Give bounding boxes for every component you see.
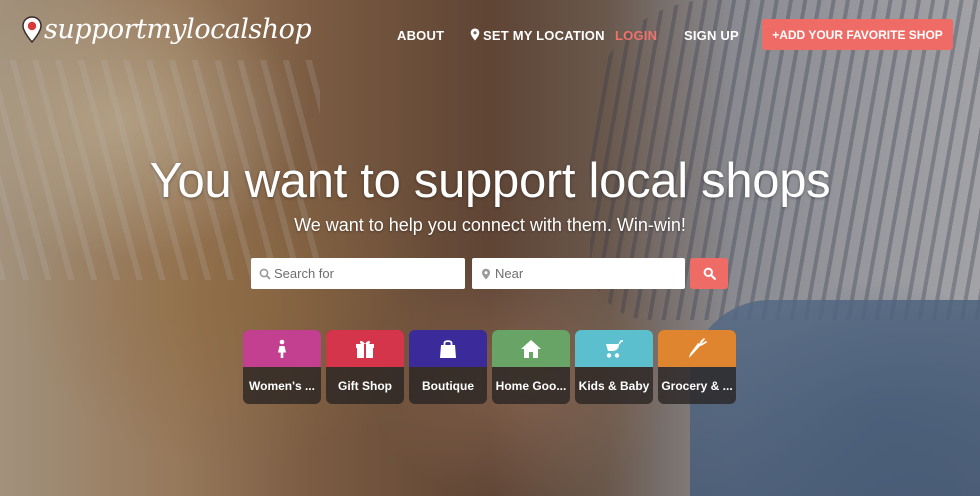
category-womens-icon-area (243, 330, 321, 367)
location-pin-icon (470, 28, 480, 41)
search-for-field[interactable] (251, 258, 465, 289)
category-gift-shop[interactable]: Gift Shop (326, 330, 404, 404)
category-home-goods-label: Home Goo... (495, 378, 567, 393)
search-near-field[interactable] (472, 258, 685, 289)
category-grocery-label: Grocery & ... (661, 378, 733, 393)
category-kids-baby[interactable]: Kids & Baby (575, 330, 653, 404)
hero-subtitle: We want to help you connect with them. W… (294, 215, 686, 235)
carrot-icon (689, 337, 707, 358)
hero-background-photo (0, 0, 980, 496)
category-womens-label: Women's ... (249, 378, 315, 393)
gift-icon (356, 340, 374, 358)
nav-set-location-link[interactable]: SET MY LOCATION (470, 28, 605, 43)
brand-logo[interactable]: supportmylocalshop (22, 14, 312, 45)
nav-about-link[interactable]: ABOUT (397, 28, 444, 43)
add-favorite-shop-button[interactable]: +ADD YOUR FAVORITE SHOP (762, 19, 953, 50)
search-for-input[interactable] (274, 266, 454, 281)
location-pin-icon (482, 268, 490, 279)
nav-signup-link[interactable]: SIGN UP (684, 28, 739, 43)
category-kids-baby-icon-area (575, 330, 653, 367)
search-icon (703, 267, 716, 280)
shopping-bag-icon (440, 339, 456, 358)
logo-text: supportmylocalshop (44, 14, 312, 45)
woman-icon (278, 339, 286, 358)
category-kids-baby-label: Kids & Baby (578, 378, 650, 393)
category-boutique[interactable]: Boutique (409, 330, 487, 404)
category-womens[interactable]: Women's ... (243, 330, 321, 404)
top-navbar: supportmylocalshop ABOUT SET MY LOCATION… (0, 0, 980, 70)
category-boutique-icon-area (409, 330, 487, 367)
search-near-input[interactable] (495, 266, 675, 281)
category-home-goods[interactable]: Home Goo... (492, 330, 570, 404)
category-boutique-label: Boutique (422, 378, 474, 393)
category-home-goods-icon-area (492, 330, 570, 367)
map-pin-icon (22, 15, 42, 43)
stroller-icon (606, 339, 623, 358)
category-grocery[interactable]: Grocery & ... (658, 330, 736, 404)
search-button[interactable] (690, 258, 728, 289)
category-gift-shop-label: Gift Shop (338, 378, 392, 393)
hero-title: You want to support local shops (149, 154, 831, 208)
category-gift-shop-icon-area (326, 330, 404, 367)
category-grocery-icon-area (658, 330, 736, 367)
house-icon (521, 339, 541, 358)
nav-login-link[interactable]: LOGIN (615, 28, 657, 43)
magnifier-icon (259, 268, 271, 280)
nav-set-location-label: SET MY LOCATION (483, 28, 605, 43)
